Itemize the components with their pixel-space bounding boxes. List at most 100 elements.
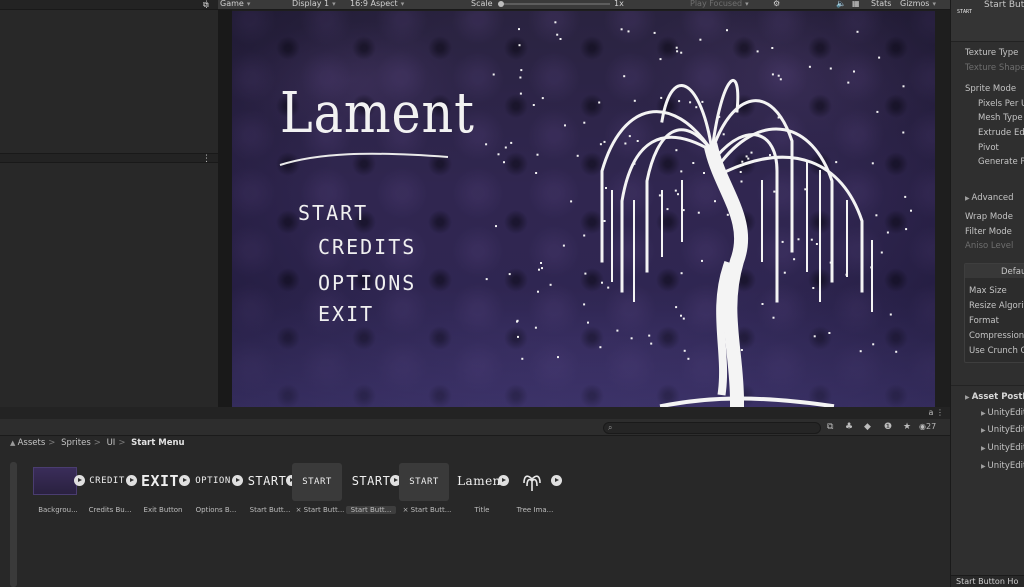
collapse-icon[interactable]: ▲ [10, 439, 18, 447]
menu-credits[interactable]: CREDITS [318, 235, 416, 259]
project-window: a ⋮ ⌕ ⧉ ♣ ◆ ❶ ★ ◉27 ▲ Assets > Sprites > U… [0, 407, 950, 587]
sparkle [485, 143, 488, 146]
asset-thumbnail [33, 467, 77, 495]
expand-sprite-icon[interactable] [551, 475, 562, 486]
asset-item[interactable]: START Start Butt... [344, 461, 401, 531]
display-dropdown[interactable]: Display 1 [292, 0, 336, 8]
asset-item[interactable]: OPTION Options B... [186, 461, 243, 531]
inspector-row: Defau [1001, 267, 1024, 277]
asset-item[interactable]: EXIT Exit Button [133, 461, 190, 531]
game-view-tab[interactable]: Game [220, 0, 250, 8]
asset-thumbnail: START [399, 463, 449, 501]
sparkle [541, 267, 543, 270]
game-view-toolbar: Game Display 1 16:9 Aspect Scale 1x Play… [218, 0, 950, 10]
scale-label: Scale [471, 0, 493, 8]
sparkle [503, 161, 505, 164]
asset-thumbnail: START [247, 474, 287, 488]
sparkle [620, 28, 623, 31]
panel-header: ⋮ [0, 0, 218, 10]
asset-item[interactable]: Lamen Title [452, 461, 509, 531]
lower-pane [0, 163, 218, 407]
breadcrumb-sprites[interactable]: Sprites [61, 438, 91, 448]
asset-item[interactable]: START × Start Butt... [397, 461, 451, 531]
asset-label: Start Butt... [346, 506, 396, 514]
inspector-row[interactable]: UnityEdito [981, 408, 1024, 418]
asset-item[interactable]: START × Start Butt... [290, 461, 344, 531]
sparkle [699, 38, 702, 41]
scale-slider-handle[interactable] [498, 1, 504, 7]
breadcrumb-start-menu[interactable]: Start Menu [131, 438, 184, 448]
sparkle [559, 38, 562, 40]
stats-button[interactable]: Stats [871, 0, 891, 8]
sparkle [902, 131, 905, 134]
tag-icon[interactable]: ◆ [864, 422, 871, 432]
search-by-type-icon[interactable]: ⧉ [827, 422, 833, 432]
sparkle [535, 172, 538, 174]
sparkle [627, 30, 630, 33]
lock-icon[interactable]: a ⋮ [929, 408, 944, 417]
sparkle [521, 357, 524, 360]
gizmos-dropdown[interactable]: Gizmos [900, 0, 936, 8]
sparkle [520, 69, 523, 72]
inspector-row[interactable]: UnityEdito [981, 443, 1024, 453]
asset-label: Credits Bu... [88, 506, 132, 514]
sparkle [905, 228, 908, 231]
asset-item[interactable]: Backgrou... [28, 461, 85, 531]
breadcrumb-ui[interactable]: UI [107, 438, 116, 448]
favorite-star-icon[interactable]: ★ [903, 422, 911, 432]
layout-icon[interactable]: ⧉ [203, 0, 209, 10]
audio-icon[interactable]: 🔈 [836, 0, 846, 8]
sparkle [549, 283, 552, 286]
asset-item[interactable]: Tree Ima... [505, 461, 562, 531]
menu-exit[interactable]: EXIT [318, 302, 374, 326]
inspector-row: Compression [969, 331, 1024, 341]
project-scrollbar[interactable] [10, 462, 17, 587]
inspector-row[interactable]: UnityEdito [981, 461, 1024, 471]
hierarchy-panel: ⋮ ⋮ [0, 0, 218, 407]
asset-preview-thumb: START [957, 9, 973, 15]
play-mode-dropdown[interactable]: Play Focused [690, 0, 749, 8]
asset-thumbnail: Lamen [457, 474, 501, 488]
sparkle [510, 141, 513, 144]
search-input[interactable]: ⌕ [603, 422, 821, 434]
sparkle [534, 326, 537, 329]
sparkle [495, 225, 497, 228]
sparkle [771, 47, 774, 49]
sparkle [485, 278, 488, 281]
upper-pane [0, 10, 218, 153]
mute-audio-icon[interactable]: ⚙ [773, 0, 780, 8]
sparkle [508, 273, 511, 276]
asset-thumbnail: START [351, 474, 391, 488]
stats-icon: ▦ [852, 0, 860, 8]
inspector-row: Extrude Edg [978, 128, 1024, 138]
info-icon[interactable]: ❶ [884, 422, 892, 432]
inspector-row: Texture Type [965, 48, 1019, 58]
asset-item[interactable]: CREDIT Credits Bu... [80, 461, 137, 531]
scale-slider[interactable] [500, 3, 610, 5]
breadcrumb-assets[interactable]: Assets [18, 438, 46, 448]
menu-start[interactable]: START [298, 201, 368, 225]
breadcrumb: ▲ Assets > Sprites > UI > Start Menu [10, 438, 185, 448]
asset-label: Exit Button [143, 506, 183, 514]
inspector-row[interactable]: Advanced [965, 193, 1014, 203]
hidden-count[interactable]: ◉27 [919, 422, 936, 431]
panel-splitter[interactable] [218, 0, 232, 407]
asset-label: Options B... [195, 506, 237, 514]
asset-item[interactable]: START Start Butt... [240, 461, 297, 531]
sparkle [675, 46, 678, 49]
inspector-row[interactable]: Asset PostPro [965, 392, 1024, 402]
inspector-row: Generate P [978, 157, 1024, 167]
sparkle [519, 76, 522, 79]
asset-label: Tree Ima... [516, 506, 554, 514]
inspector-row: Aniso Level [965, 241, 1014, 251]
inspector-row[interactable]: UnityEdito [981, 425, 1024, 435]
menu-options[interactable]: OPTIONS [318, 271, 416, 295]
asset-thumbnail [507, 467, 557, 495]
asset-label: Backgrou... [38, 506, 78, 514]
sparkle [532, 104, 535, 106]
sparkle [554, 21, 557, 24]
sparkle [536, 153, 539, 156]
search-by-label-icon[interactable]: ♣ [845, 422, 853, 432]
preview-footer[interactable]: Start Button Ho [951, 575, 1024, 587]
aspect-dropdown[interactable]: 16:9 Aspect [350, 0, 404, 8]
